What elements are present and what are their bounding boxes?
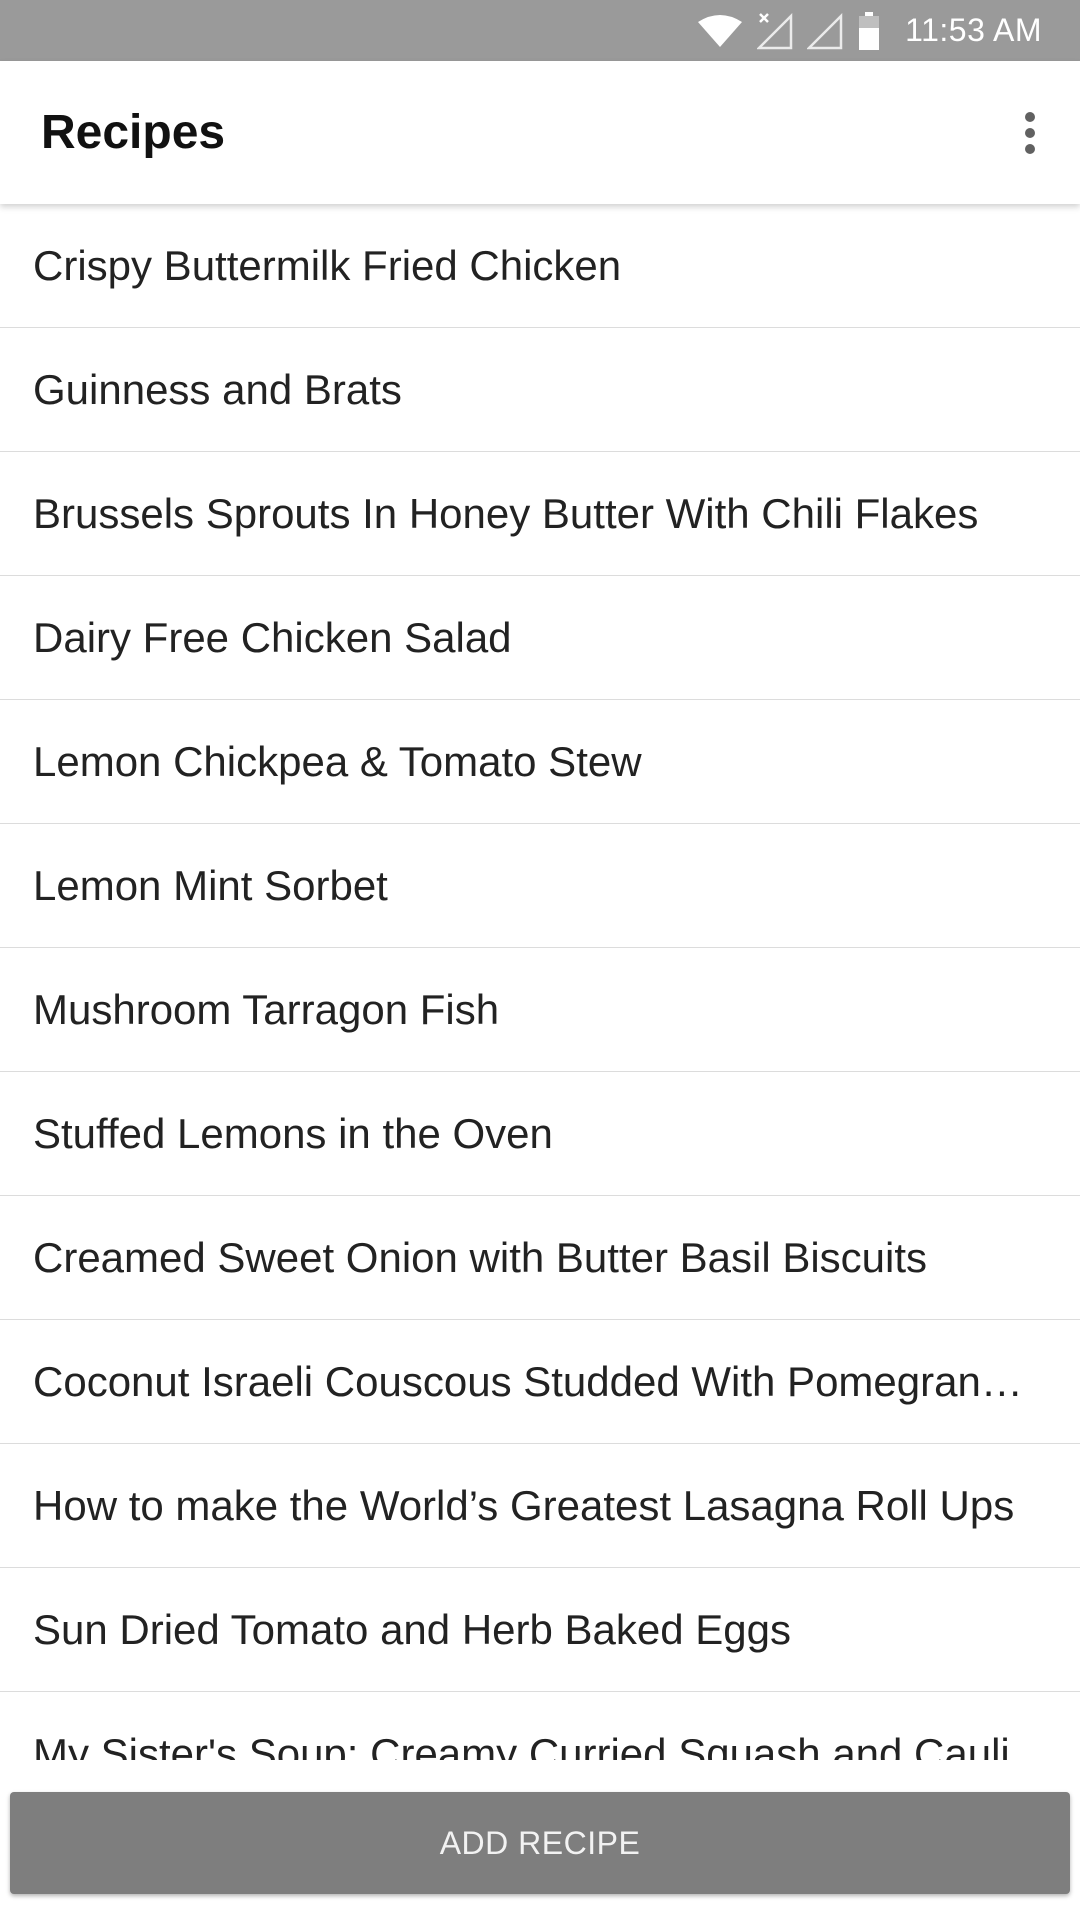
recipe-name: Dairy Free Chicken Salad [33, 613, 512, 661]
recipe-name: Creamed Sweet Onion with Butter Basil Bi… [33, 1233, 928, 1281]
recipe-name: Guinness and Brats [33, 365, 402, 413]
more-vert-icon-dot [1025, 144, 1035, 154]
list-item[interactable]: Dairy Free Chicken Salad [0, 576, 1080, 700]
recipe-name: My Sister's Soup: Creamy Curried Squash … [33, 1729, 1010, 1761]
recipe-name: Lemon Chickpea & Tomato Stew [33, 737, 642, 785]
status-bar: 11:53 AM [0, 0, 1080, 61]
battery-icon [857, 11, 881, 51]
add-recipe-button[interactable]: ADD RECIPE [10, 1792, 1070, 1894]
recipe-name: Sun Dried Tomato and Herb Baked Eggs [33, 1605, 792, 1653]
recipe-name: How to make the World’s Greatest Lasagna… [33, 1481, 1015, 1529]
recipe-name: Coconut Israeli Couscous Studded With Po… [33, 1357, 1023, 1405]
list-item[interactable]: Mushroom Tarragon Fish [0, 948, 1080, 1072]
app-bar: Recipes [0, 61, 1080, 204]
more-options-button[interactable] [990, 93, 1070, 173]
list-item[interactable]: How to make the World’s Greatest Lasagna… [0, 1444, 1080, 1568]
list-item[interactable]: My Sister's Soup: Creamy Curried Squash … [0, 1692, 1080, 1761]
recipe-name: Lemon Mint Sorbet [33, 861, 388, 909]
recipe-list: Crispy Buttermilk Fried Chicken Guinness… [0, 204, 1080, 1760]
more-vert-icon-dot [1025, 128, 1035, 138]
wifi-icon [697, 11, 743, 51]
list-item[interactable]: Stuffed Lemons in the Oven [0, 1072, 1080, 1196]
list-item[interactable]: Guinness and Brats [0, 328, 1080, 452]
list-item[interactable]: Lemon Mint Sorbet [0, 824, 1080, 948]
more-vert-icon [1025, 112, 1035, 122]
list-item[interactable]: Lemon Chickpea & Tomato Stew [0, 700, 1080, 824]
list-item[interactable]: Brussels Sprouts In Honey Butter With Ch… [0, 452, 1080, 576]
bottom-bar: ADD RECIPE [0, 1760, 1080, 1920]
list-item[interactable]: Creamed Sweet Onion with Butter Basil Bi… [0, 1196, 1080, 1320]
list-item[interactable]: Coconut Israeli Couscous Studded With Po… [0, 1320, 1080, 1444]
status-time: 11:53 AM [905, 12, 1042, 48]
list-item[interactable]: Crispy Buttermilk Fried Chicken [0, 204, 1080, 328]
recipe-name: Crispy Buttermilk Fried Chicken [33, 241, 622, 289]
page-title: Recipes [41, 106, 226, 159]
recipe-name: Stuffed Lemons in the Oven [33, 1109, 553, 1157]
recipe-name: Mushroom Tarragon Fish [33, 985, 500, 1033]
recipe-name: Brussels Sprouts In Honey Butter With Ch… [33, 489, 979, 537]
no-signal-icon [757, 11, 793, 51]
list-item[interactable]: Sun Dried Tomato and Herb Baked Eggs [0, 1568, 1080, 1692]
signal-icon [807, 11, 843, 51]
